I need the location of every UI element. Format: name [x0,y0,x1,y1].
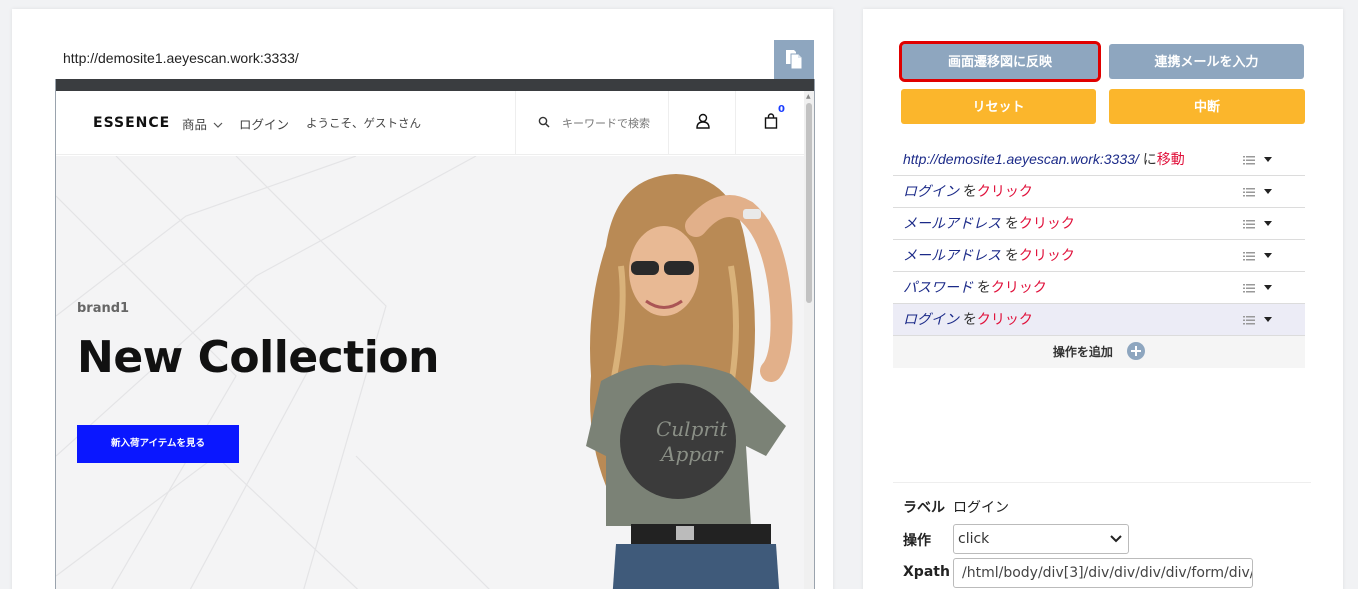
hero-model-image: Culprit Appar [586,174,793,589]
svg-text:Appar: Appar [659,442,724,466]
operation-row-selected[interactable]: ログイン をクリック [893,304,1305,336]
operation-particle: を [973,279,991,295]
plus-circle-icon[interactable] [1127,341,1146,360]
browser-scrollbar[interactable]: ▲ [804,91,814,589]
operation-target: ログイン [903,311,959,327]
browser-preview-panel: http://demosite1.aeyescan.work:3333/ ESS… [12,9,833,589]
svg-text:Culprit: Culprit [656,417,728,441]
operation-target: メールアドレス [903,215,1001,231]
operation-action: クリック [1018,247,1075,263]
reflect-to-diagram-button[interactable]: 画面遷移図に反映 [899,41,1101,82]
user-icon[interactable] [696,113,710,129]
caret-down-icon[interactable] [1264,285,1272,290]
nav-item-label: 商品 [182,117,208,132]
list-menu-icon[interactable] [1243,252,1255,261]
operation-action: クリック [976,183,1033,199]
operation-particle: に [1138,151,1157,167]
chevron-down-icon [213,122,223,128]
divider [893,482,1311,483]
operation-row[interactable]: メールアドレス をクリック [893,240,1305,272]
operation-target: メールアドレス [903,247,1001,263]
cart-icon[interactable] [764,113,778,129]
copy-icon [786,50,803,70]
operation-row[interactable]: パスワード をクリック [893,272,1305,304]
operation-select[interactable]: click [953,524,1129,554]
search-icon[interactable] [538,116,550,128]
operation-select-value: click [958,531,990,547]
caret-down-icon[interactable] [1264,189,1272,194]
operation-caption: 操作 [903,533,931,549]
list-menu-icon[interactable] [1243,220,1255,229]
operation-row[interactable]: メールアドレス をクリック [893,208,1305,240]
site-header: ESSENCE 商品 ログイン ようこそ、ゲストさん キーワードで検索 0 [56,91,806,155]
operation-particle: を [1001,247,1019,263]
scenario-editor-panel: 画面遷移図に反映 連携メールを入力 リセット 中断 http://demosit… [863,9,1343,589]
caret-down-icon[interactable] [1264,253,1272,258]
caret-down-icon[interactable] [1264,221,1272,226]
caret-down-icon[interactable] [1264,157,1272,162]
operation-target: http://demosite1.aeyescan.work:3333/ [903,151,1139,167]
operation-action: クリック [1018,215,1075,231]
chevron-down-icon [1110,535,1122,543]
hero-title: New Collection [77,332,439,383]
copy-button[interactable] [774,40,814,79]
site-logo[interactable]: ESSENCE [93,115,170,131]
list-menu-icon[interactable] [1243,316,1255,325]
nav-item-products[interactable]: 商品 [182,114,223,133]
operation-particle: を [1001,215,1019,231]
add-operation-button[interactable]: 操作を追加 [893,336,1305,368]
label-value: ログイン [953,500,1009,516]
xpath-input[interactable]: /html/body/div[3]/div/div/div/div/form/d… [953,558,1253,588]
list-menu-icon[interactable] [1243,188,1255,197]
hero-banner: brand1 New Collection 新入荷アイテムを見る Culprit… [56,156,806,589]
browser-toolbar [56,79,814,91]
operation-particle: を [959,183,977,199]
caret-down-icon[interactable] [1264,317,1272,322]
operation-list: http://demosite1.aeyescan.work:3333/ に移動… [893,144,1305,368]
list-menu-icon[interactable] [1243,284,1255,293]
search-input[interactable]: キーワードで検索 [562,115,650,131]
operation-row[interactable]: http://demosite1.aeyescan.work:3333/ に移動 [893,144,1305,176]
operation-particle: を [959,311,977,327]
current-url: http://demosite1.aeyescan.work:3333/ [63,50,299,66]
scrollbar-thumb[interactable] [806,103,812,303]
add-operation-label: 操作を追加 [1052,345,1113,359]
operation-action: 移動 [1156,151,1185,167]
enter-linked-email-button[interactable]: 連携メールを入力 [1109,44,1304,79]
xpath-caption: Xpath [903,564,950,580]
label-caption: ラベル [903,500,945,516]
abort-button[interactable]: 中断 [1109,89,1305,124]
welcome-text: ようこそ、ゲストさん [306,116,421,130]
hero-brand: brand1 [77,301,130,316]
reset-button[interactable]: リセット [901,89,1096,124]
operation-target: ログイン [903,183,959,199]
embedded-browser: ESSENCE 商品 ログイン ようこそ、ゲストさん キーワードで検索 0 br… [55,79,815,589]
cart-count-badge: 0 [778,104,785,115]
list-menu-icon[interactable] [1243,156,1255,165]
new-arrivals-button[interactable]: 新入荷アイテムを見る [77,425,239,463]
operation-action: クリック [976,311,1033,327]
operation-row[interactable]: ログイン をクリック [893,176,1305,208]
operation-target: パスワード [903,279,973,295]
operation-action: クリック [990,279,1047,295]
nav-item-login[interactable]: ログイン [239,114,289,133]
